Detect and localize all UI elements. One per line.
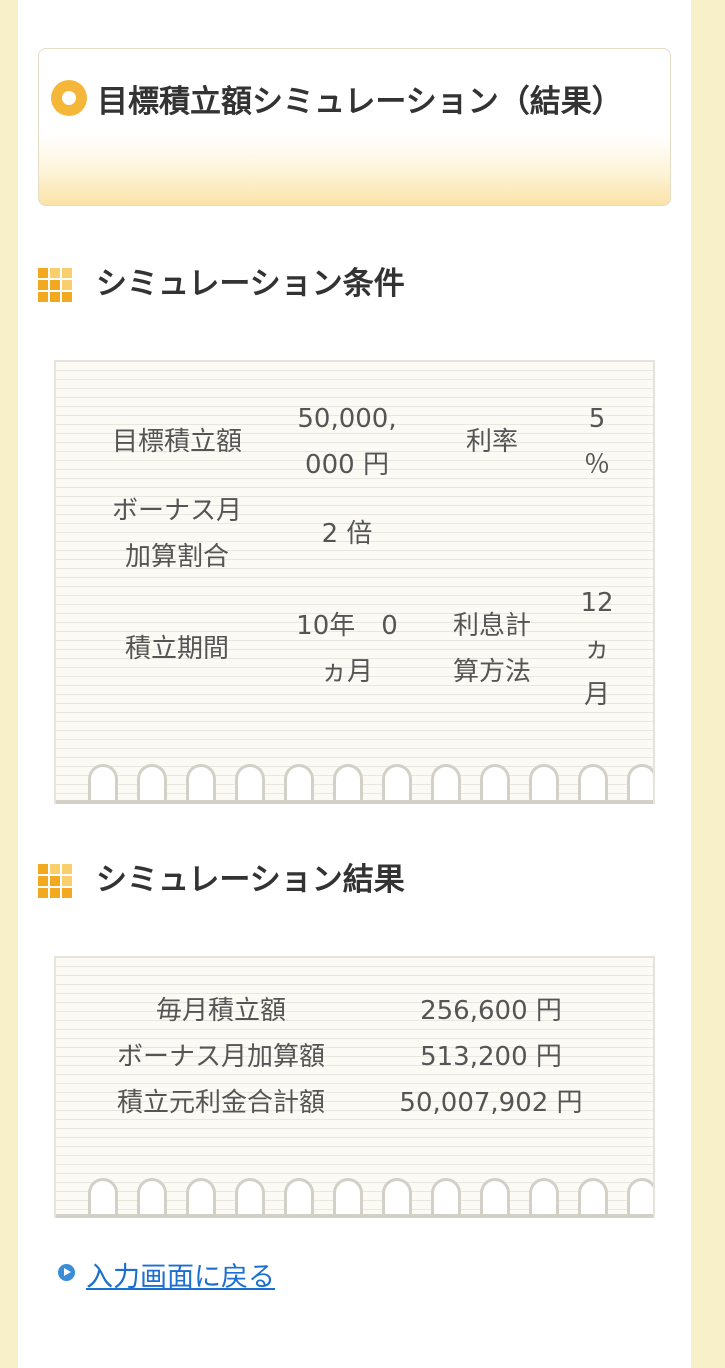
title-bullet-icon — [51, 80, 87, 116]
rate-value: 5 ％ — [583, 404, 610, 480]
grid-icon — [38, 864, 72, 898]
bonus-amount-value: 513,200 円 — [420, 1042, 562, 1072]
notebook-ring — [480, 764, 510, 804]
notebook-rings — [56, 760, 653, 804]
results-heading: シミュレーション結果 — [38, 858, 638, 902]
notebook-ring — [235, 1178, 265, 1218]
interest-method-label: 利息計 算方法 — [452, 611, 531, 687]
notebook-ring — [431, 764, 461, 804]
target-value: 50,000, 000 円 — [297, 404, 397, 480]
notebook-ring — [529, 1178, 559, 1218]
notebook-ring — [578, 764, 608, 804]
notebook-ring — [382, 764, 412, 804]
page-title: 目標積立額シミュレーション（結果） — [97, 84, 623, 120]
notebook-ring — [480, 1178, 510, 1218]
notebook-ring — [137, 1178, 167, 1218]
result-row: 積立元利金合計額 50,007,902 円 — [86, 1080, 626, 1126]
notebook-ring — [186, 764, 216, 804]
conditions-table: 目標積立額 50,000, 000 円 利率 5 ％ ボーナス月 加算割合 2 … — [82, 396, 632, 718]
period-value: 10年 0 ヵ月 — [296, 611, 398, 687]
notebook-ring — [284, 764, 314, 804]
notebook-ring — [431, 1178, 461, 1218]
result-row: ボーナス月加算額 513,200 円 — [86, 1034, 626, 1080]
conditions-heading-text: シミュレーション条件 — [96, 266, 405, 302]
notebook-ring — [235, 764, 265, 804]
notebook-ring — [137, 764, 167, 804]
result-row: 毎月積立額 256,600 円 — [86, 988, 626, 1034]
total-amount-label: 積立元利金合計額 — [116, 1088, 325, 1118]
notebook-ring — [88, 764, 118, 804]
results-heading-text: シミュレーション結果 — [96, 862, 405, 898]
bonus-amount-label: ボーナス月加算額 — [116, 1042, 325, 1072]
page-title-box: 目標積立額シミュレーション（結果） — [38, 48, 671, 206]
period-label: 積立期間 — [124, 634, 229, 664]
back-to-input-link[interactable]: 入力画面に戻る — [58, 1258, 458, 1298]
notebook-ring — [578, 1178, 608, 1218]
notebook-ring — [627, 1178, 653, 1218]
play-circle-icon — [58, 1264, 75, 1281]
bonus-ratio-value: 2 倍 — [321, 519, 373, 549]
back-to-input-link-text[interactable]: 入力画面に戻る — [86, 1258, 275, 1298]
notebook-edge-line — [56, 1214, 653, 1218]
notebook-ring — [333, 1178, 363, 1218]
notebook-ring — [382, 1178, 412, 1218]
notebook-ring — [186, 1178, 216, 1218]
interest-method-value: 12 ヵ 月 — [580, 588, 614, 710]
conditions-heading: シミュレーション条件 — [38, 262, 638, 306]
notebook-ring — [88, 1178, 118, 1218]
grid-icon — [38, 268, 72, 302]
bonus-ratio-label: ボーナス月 加算割合 — [111, 496, 242, 572]
notebook-ring — [284, 1178, 314, 1218]
rate-label: 利率 — [465, 427, 518, 457]
monthly-amount-value: 256,600 円 — [420, 996, 562, 1026]
notebook-rings — [56, 1174, 653, 1218]
target-label: 目標積立額 — [111, 427, 242, 457]
notebook-ring — [627, 764, 653, 804]
results-panel: 毎月積立額 256,600 円 ボーナス月加算額 513,200 円 積立元利金… — [54, 956, 655, 1218]
notebook-ring — [529, 764, 559, 804]
total-amount-value: 50,007,902 円 — [399, 1088, 583, 1118]
main-content: 目標積立額シミュレーション（結果） シミュレーション条件 目標積立額 50,00… — [18, 0, 691, 1368]
monthly-amount-label: 毎月積立額 — [155, 996, 286, 1026]
notebook-edge-line — [56, 800, 653, 804]
conditions-panel: 目標積立額 50,000, 000 円 利率 5 ％ ボーナス月 加算割合 2 … — [54, 360, 655, 804]
results-table: 毎月積立額 256,600 円 ボーナス月加算額 513,200 円 積立元利金… — [86, 988, 626, 1126]
notebook-ring — [333, 764, 363, 804]
